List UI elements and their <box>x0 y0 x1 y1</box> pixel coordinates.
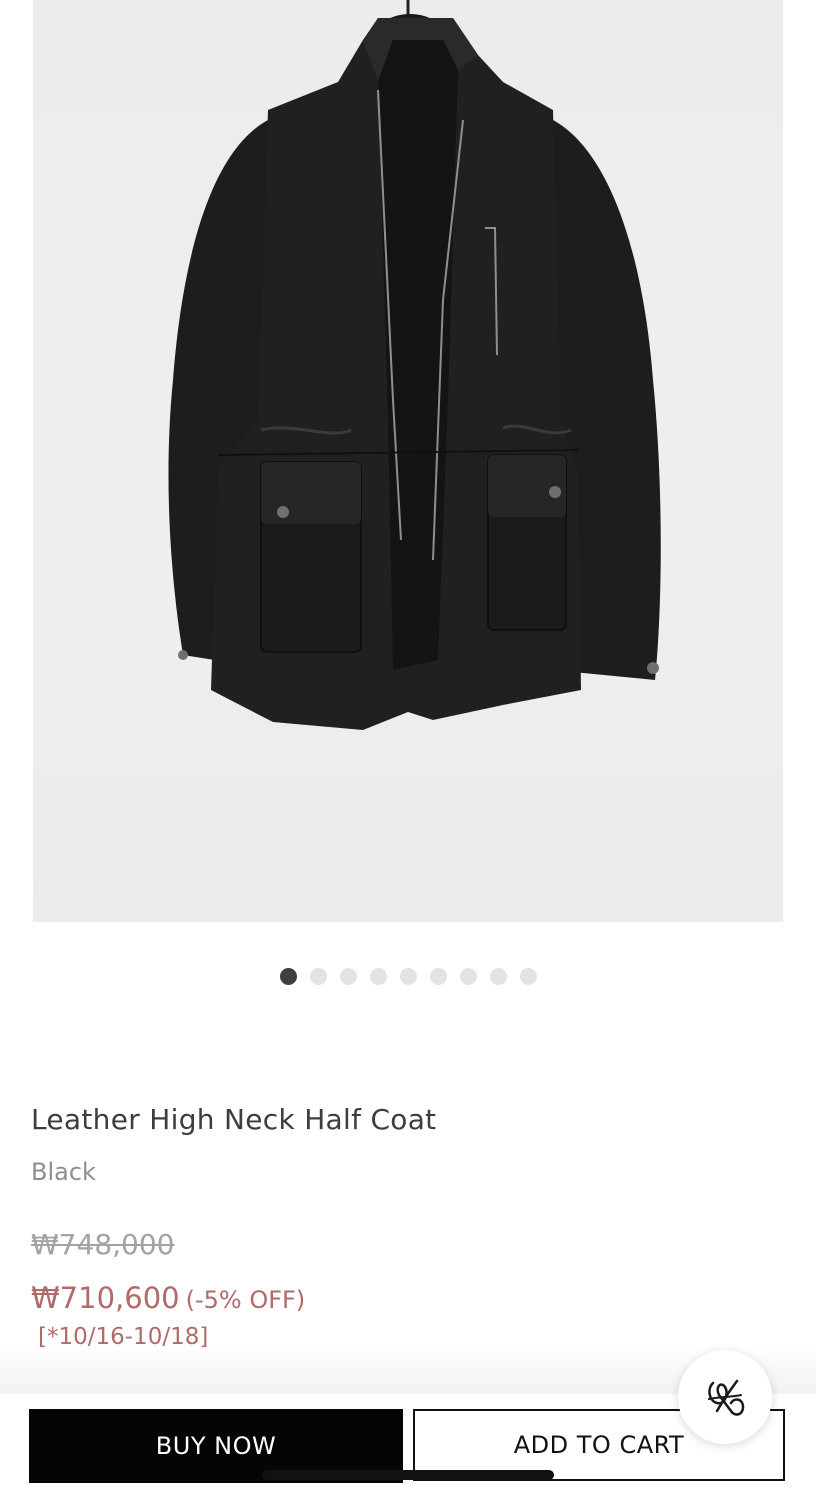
carousel-dot[interactable] <box>309 968 327 985</box>
carousel-dot[interactable] <box>429 968 447 985</box>
original-price: ₩748,000 <box>31 1228 175 1261</box>
sale-price: ₩710,600 <box>31 1281 180 1315</box>
home-indicator[interactable] <box>262 1470 554 1480</box>
floating-brand-button[interactable] <box>678 1350 772 1444</box>
product-title: Leather High Neck Half Coat <box>31 1103 437 1136</box>
product-image[interactable] <box>33 0 783 922</box>
image-carousel-indicator <box>0 968 816 985</box>
carousel-dot[interactable] <box>369 968 387 985</box>
carousel-dot[interactable] <box>459 968 477 985</box>
brand-monogram-icon <box>708 1379 745 1416</box>
product-color: Black <box>31 1158 96 1186</box>
discount-label: (-5% OFF) <box>185 1286 306 1314</box>
carousel-dot[interactable] <box>519 968 537 985</box>
carousel-dot[interactable] <box>339 968 357 985</box>
carousel-dot[interactable] <box>399 968 417 985</box>
leather-coat-illustration <box>168 0 661 730</box>
sale-price-line: ₩710,600 (-5% OFF) <box>31 1281 305 1315</box>
carousel-dot-active[interactable] <box>279 968 297 985</box>
carousel-dot[interactable] <box>489 968 507 985</box>
